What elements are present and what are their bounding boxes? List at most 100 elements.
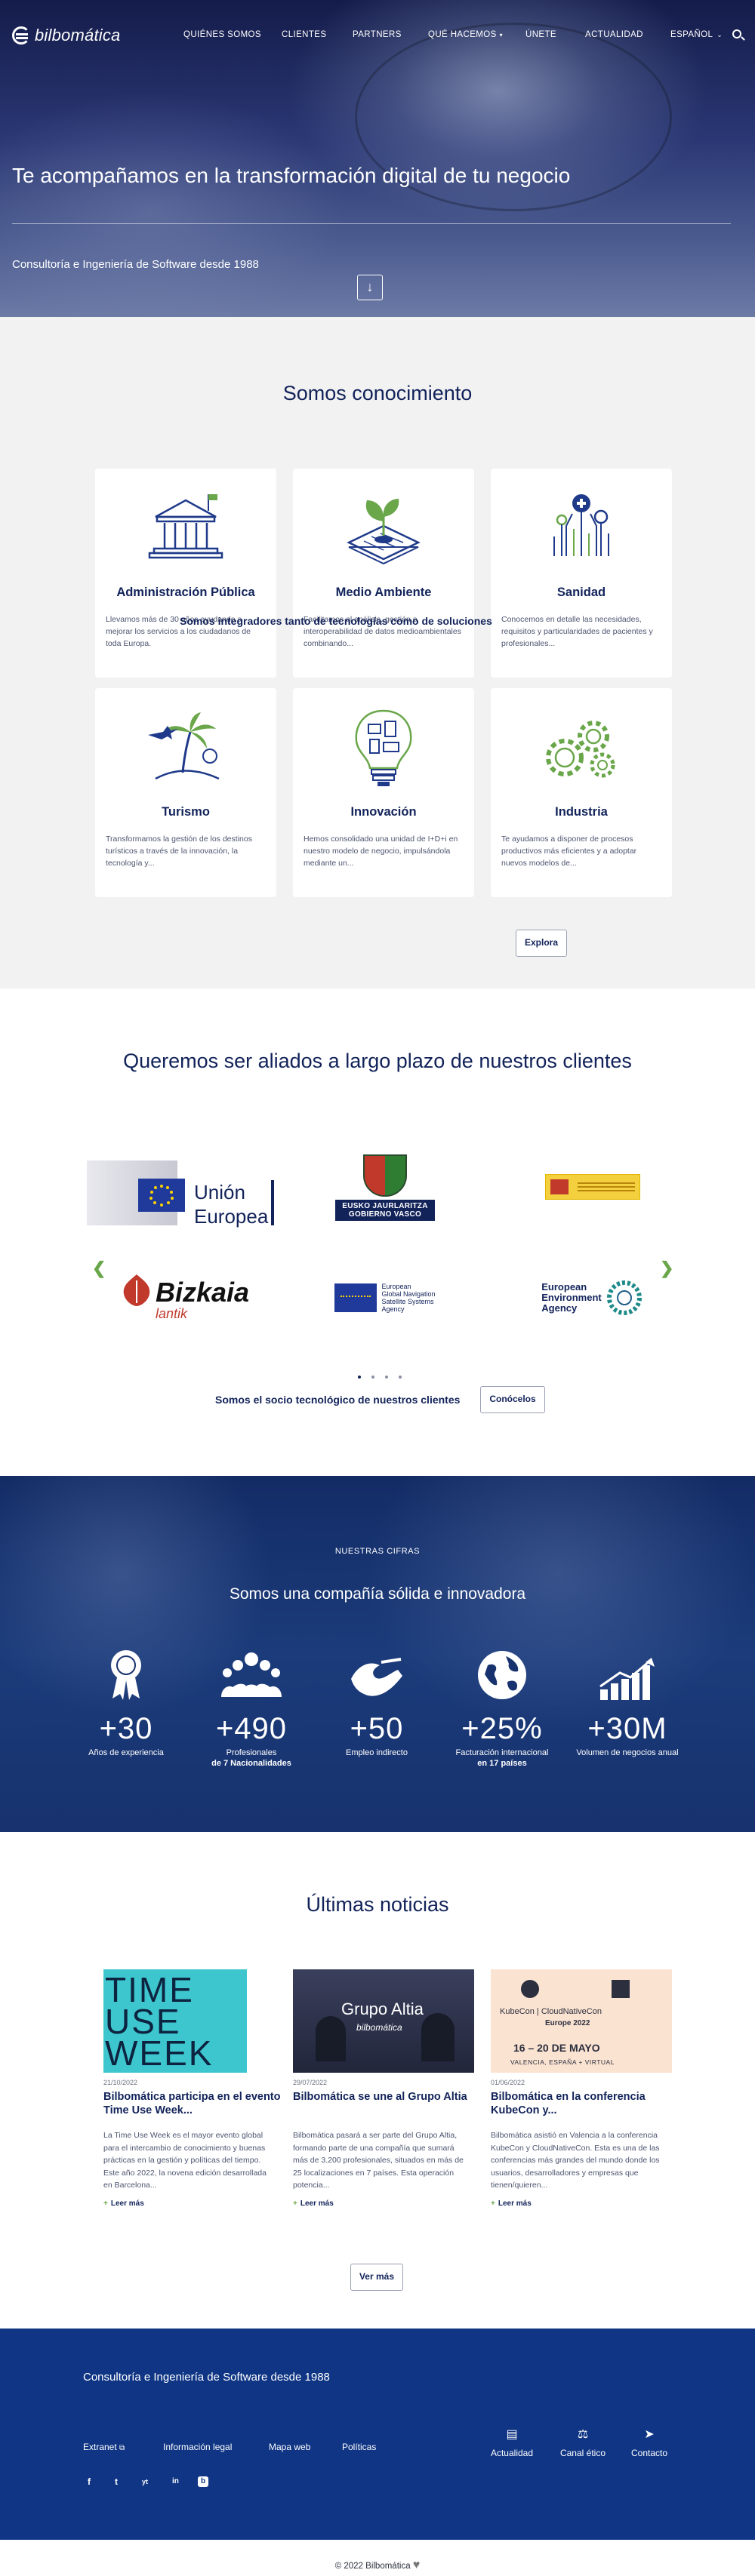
news-title: Últimas noticias — [306, 1893, 449, 1916]
sector-card-administracion-publica[interactable]: Administración Pública Llevamos más de 3… — [95, 469, 276, 678]
twitter-icon[interactable]: t — [115, 2476, 118, 2487]
plus-icon: + — [491, 2199, 495, 2208]
stat-label-text: Profesionales — [226, 1748, 277, 1757]
basque-government-label: EUSKO JAURLARITZA GOBIERNO VASCO — [335, 1200, 435, 1221]
nav-item-unete[interactable]: ÚNETE — [525, 30, 556, 39]
footer-action-ethics[interactable]: ⚖ Canal ético — [553, 2427, 613, 2458]
brand-name: bilbomática — [35, 26, 121, 45]
footer-action-contact[interactable]: ➤ Contacto — [619, 2427, 680, 2458]
footer-link-legal[interactable]: Información legal — [163, 2442, 232, 2452]
bizkaia-leaf-icon — [123, 1274, 150, 1306]
stat-label-text: Facturación internacional — [455, 1748, 549, 1757]
stat-value: +30M — [587, 1712, 667, 1745]
gsa-wordmark-line: Agency — [381, 1305, 405, 1313]
blogger-icon[interactable]: b — [198, 2476, 208, 2487]
news-image-text-line: USE — [105, 2002, 181, 2041]
news-image-text: Grupo Altia — [341, 2000, 424, 2018]
see-more-button[interactable]: Ver más — [350, 2264, 403, 2291]
linkedin-icon[interactable]: in — [172, 2477, 179, 2485]
read-more-link[interactable]: + Leer más — [103, 2199, 144, 2208]
read-more-link[interactable]: + Leer más — [293, 2199, 334, 2208]
news-image-kubecon: KubeCon | CloudNativeCon Europe 2022 16 … — [491, 1969, 672, 2073]
basque-government-line: EUSKO JAURLARITZA — [342, 1202, 428, 1210]
eea-circle-icon — [606, 1280, 642, 1315]
brand-logo-mark-icon — [12, 26, 30, 45]
nav-item-que-hacemos[interactable]: QUÉ HACEMOS ▾ — [428, 30, 503, 39]
carousel-prev-arrow-icon[interactable]: ❮ — [92, 1259, 106, 1278]
carousel-dot[interactable] — [371, 1376, 374, 1379]
footer-action-news[interactable]: ▤ Actualidad — [482, 2427, 542, 2458]
nav-item-partners[interactable]: PARTNERS — [353, 30, 402, 39]
news-image-text: TIME USE WEEK — [105, 1972, 213, 2070]
sector-card-title: Innovación — [350, 805, 417, 819]
stat-label: Empleo indirecto — [313, 1748, 441, 1758]
growth-chart-icon — [599, 1658, 655, 1700]
search-icon[interactable] — [732, 29, 741, 38]
top-navigation: bilbomática QUIÉNES SOMOS CLIENTES PARTN… — [0, 0, 755, 72]
client-logo-eea: European Environment Agency — [528, 1271, 657, 1325]
news-image-text: Europe 2022 — [545, 2019, 590, 2027]
basque-government-line: GOBIERNO VASCO — [348, 1210, 422, 1219]
news-image-text: VALENCIA, ESPAÑA + VIRTUAL — [510, 2058, 615, 2066]
sector-card-medio-ambiente[interactable]: Medio Ambiente Facilitamos el análisis, … — [293, 469, 474, 678]
lightbulb-icon — [355, 709, 412, 786]
carousel-dot[interactable] — [399, 1376, 402, 1379]
language-selector[interactable]: ESPAÑOL ⌄ — [670, 30, 723, 39]
news-card[interactable]: Grupo Altia bilbomática 29/07/2022 Bilbo… — [293, 1969, 474, 2226]
scroll-down-button[interactable]: ↓ — [357, 275, 383, 300]
news-title[interactable]: Bilbomática en la conferencia KubeCon y.… — [491, 2090, 672, 2117]
sector-card-text: Transformamos la gestión de los destinos… — [106, 835, 252, 868]
footer-link-extranet[interactable]: Extranet ⧉ — [83, 2442, 125, 2452]
nav-item-quienes-somos[interactable]: QUIÉNES SOMOS — [183, 30, 261, 39]
news-excerpt: Bilbomática asistió en Valencia a la con… — [491, 2131, 660, 2190]
stat-indirect-employment: +50 Empleo indirecto — [313, 1647, 441, 1758]
stat-label: Profesionales de 7 Nacionalidades — [187, 1748, 316, 1769]
newspaper-icon: ▤ — [506, 2428, 518, 2441]
explore-button[interactable]: Explora — [516, 930, 567, 957]
gsa-flag-icon — [334, 1283, 378, 1312]
stat-label-bold: en 17 países — [477, 1759, 527, 1768]
brand-logo[interactable]: bilbomática — [12, 26, 120, 45]
news-title[interactable]: Bilbomática se une al Grupo Altia — [293, 2090, 474, 2104]
gears-icon — [546, 721, 615, 778]
carousel-next-arrow-icon[interactable]: ❯ — [660, 1259, 673, 1278]
footer-link-sitemap[interactable]: Mapa web — [269, 2442, 310, 2452]
globe-icon — [478, 1651, 526, 1699]
paper-plane-icon: ➤ — [644, 2428, 655, 2441]
stat-value: +30 — [99, 1712, 153, 1745]
read-more-label: Leer más — [110, 2199, 144, 2208]
chevron-down-icon: ⌄ — [716, 31, 723, 38]
news-date: 01/06/2022 — [491, 2079, 525, 2086]
youtube-icon[interactable]: yt — [142, 2478, 148, 2485]
news-card[interactable]: KubeCon | CloudNativeCon Europe 2022 16 … — [491, 1969, 672, 2226]
bizkaia-wordmark: Bizkaia — [155, 1276, 250, 1308]
nav-item-clientes[interactable]: CLIENTES — [282, 30, 326, 39]
sector-card-innovacion[interactable]: Innovación Hemos consolidado una unidad … — [293, 688, 474, 897]
eea-wordmark-line: European — [541, 1281, 587, 1293]
stat-label-text: Volumen de negocios anual — [576, 1748, 679, 1757]
news-card[interactable]: TIME USE WEEK 21/10/2022 Bilbomática par… — [103, 1969, 285, 2226]
gsa-wordmark-line: Satellite Systems — [381, 1298, 434, 1305]
carousel-dot[interactable] — [358, 1376, 361, 1379]
health-network-icon — [553, 494, 609, 556]
news-excerpt: Bilbomática pasará a ser parte del Grupo… — [293, 2131, 464, 2190]
know-them-button[interactable]: Conócelos — [480, 1386, 545, 1413]
spain-coat-of-arms-icon — [550, 1179, 569, 1194]
arrow-down-icon: ↓ — [366, 279, 374, 294]
footer-link-policies[interactable]: Políticas — [342, 2442, 376, 2452]
sector-card-industria[interactable]: Industria Te ayudamos a disponer de proc… — [491, 688, 672, 897]
news-image-text: bilbomática — [356, 2022, 402, 2033]
news-title[interactable]: Bilbomática participa en el evento Time … — [103, 2090, 285, 2117]
news-image-time-use-week: TIME USE WEEK — [103, 1969, 285, 2073]
eea-wordmark-line: Agency — [541, 1302, 578, 1314]
nav-item-actualidad[interactable]: ACTUALIDAD — [585, 30, 643, 39]
read-more-link[interactable]: + Leer más — [491, 2199, 532, 2208]
stat-label: Volumen de negocios anual — [563, 1748, 692, 1758]
hero-title: Te acompañamos en la transformación digi… — [12, 164, 571, 187]
carousel-dot[interactable] — [385, 1376, 388, 1379]
sector-card-turismo[interactable]: Turismo Transformamos la gestión de los … — [95, 688, 276, 897]
facebook-icon[interactable]: f — [88, 2476, 91, 2487]
sector-card-title: Medio Ambiente — [335, 586, 432, 599]
eea-wordmark: European Environment Agency — [541, 1282, 601, 1314]
sector-card-sanidad[interactable]: Sanidad Conocemos en detalle las necesid… — [491, 469, 672, 678]
